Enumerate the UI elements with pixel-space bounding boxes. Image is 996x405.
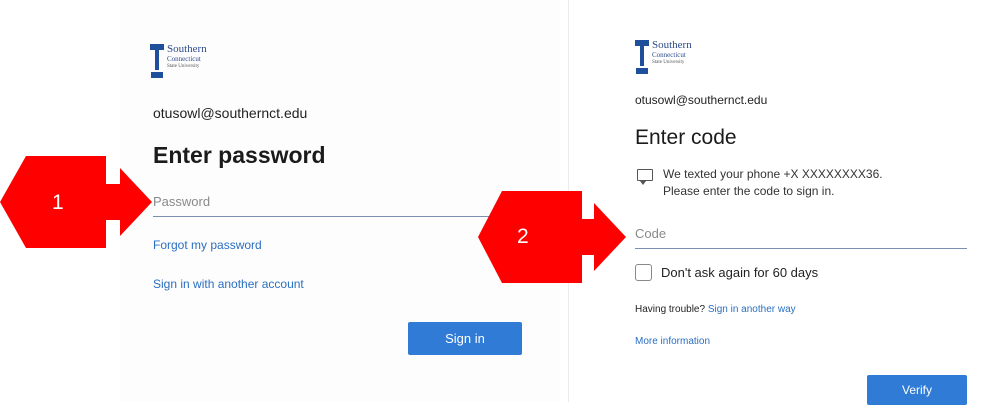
logo-line-1: Southern xyxy=(652,39,692,51)
university-logo: Southern Connecticut State University xyxy=(635,40,692,74)
message-icon xyxy=(637,169,653,185)
sms-message-line-1: We texted your phone +X XXXXXXXX36. xyxy=(663,167,883,181)
column-logo-icon xyxy=(635,40,649,74)
sign-in-another-way-link[interactable]: Sign in another way xyxy=(708,304,796,315)
trouble-text: Having trouble? Sign in another way xyxy=(635,304,796,315)
step-1-arrow-icon xyxy=(0,156,152,248)
code-field-wrapper xyxy=(635,220,967,249)
account-email: otusowl@southernct.edu xyxy=(635,93,768,107)
logo-line-3: State University xyxy=(652,60,685,65)
page-title: Enter password xyxy=(153,142,326,168)
column-logo-icon xyxy=(150,44,164,78)
logo-line-2: Connecticut xyxy=(652,51,686,59)
sms-message: We texted your phone +X XXXXXXXX36. Plea… xyxy=(637,166,883,200)
step-2-arrow-icon xyxy=(478,191,626,283)
code-input[interactable] xyxy=(635,220,967,246)
password-field-wrapper xyxy=(153,188,513,217)
more-information-link[interactable]: More information xyxy=(635,336,710,347)
dont-ask-again-checkbox[interactable] xyxy=(635,264,652,281)
logo-line-1: Southern xyxy=(167,43,207,55)
having-trouble-label: Having trouble? xyxy=(635,304,706,315)
step-2-label: 2 xyxy=(517,225,529,248)
dont-ask-again-label: Don't ask again for 60 days xyxy=(661,265,819,280)
dont-ask-again-row[interactable]: Don't ask again for 60 days xyxy=(635,264,818,281)
step-1-label: 1 xyxy=(52,191,64,214)
logo-line-2: Connecticut xyxy=(167,55,201,63)
logo-line-3: State University xyxy=(167,64,200,69)
sign-in-button[interactable]: Sign in xyxy=(408,322,522,355)
university-logo: Southern Connecticut State University xyxy=(150,44,207,78)
sms-message-line-2: Please enter the code to sign in. xyxy=(663,184,835,198)
forgot-password-link[interactable]: Forgot my password xyxy=(153,238,262,252)
account-email: otusowl@southernct.edu xyxy=(153,105,308,121)
sign-in-another-account-link[interactable]: Sign in with another account xyxy=(153,277,304,291)
password-input[interactable] xyxy=(153,188,513,214)
verify-button[interactable]: Verify xyxy=(867,375,967,405)
page-title: Enter code xyxy=(635,126,737,149)
code-panel: Southern Connecticut State University ot… xyxy=(568,0,996,405)
